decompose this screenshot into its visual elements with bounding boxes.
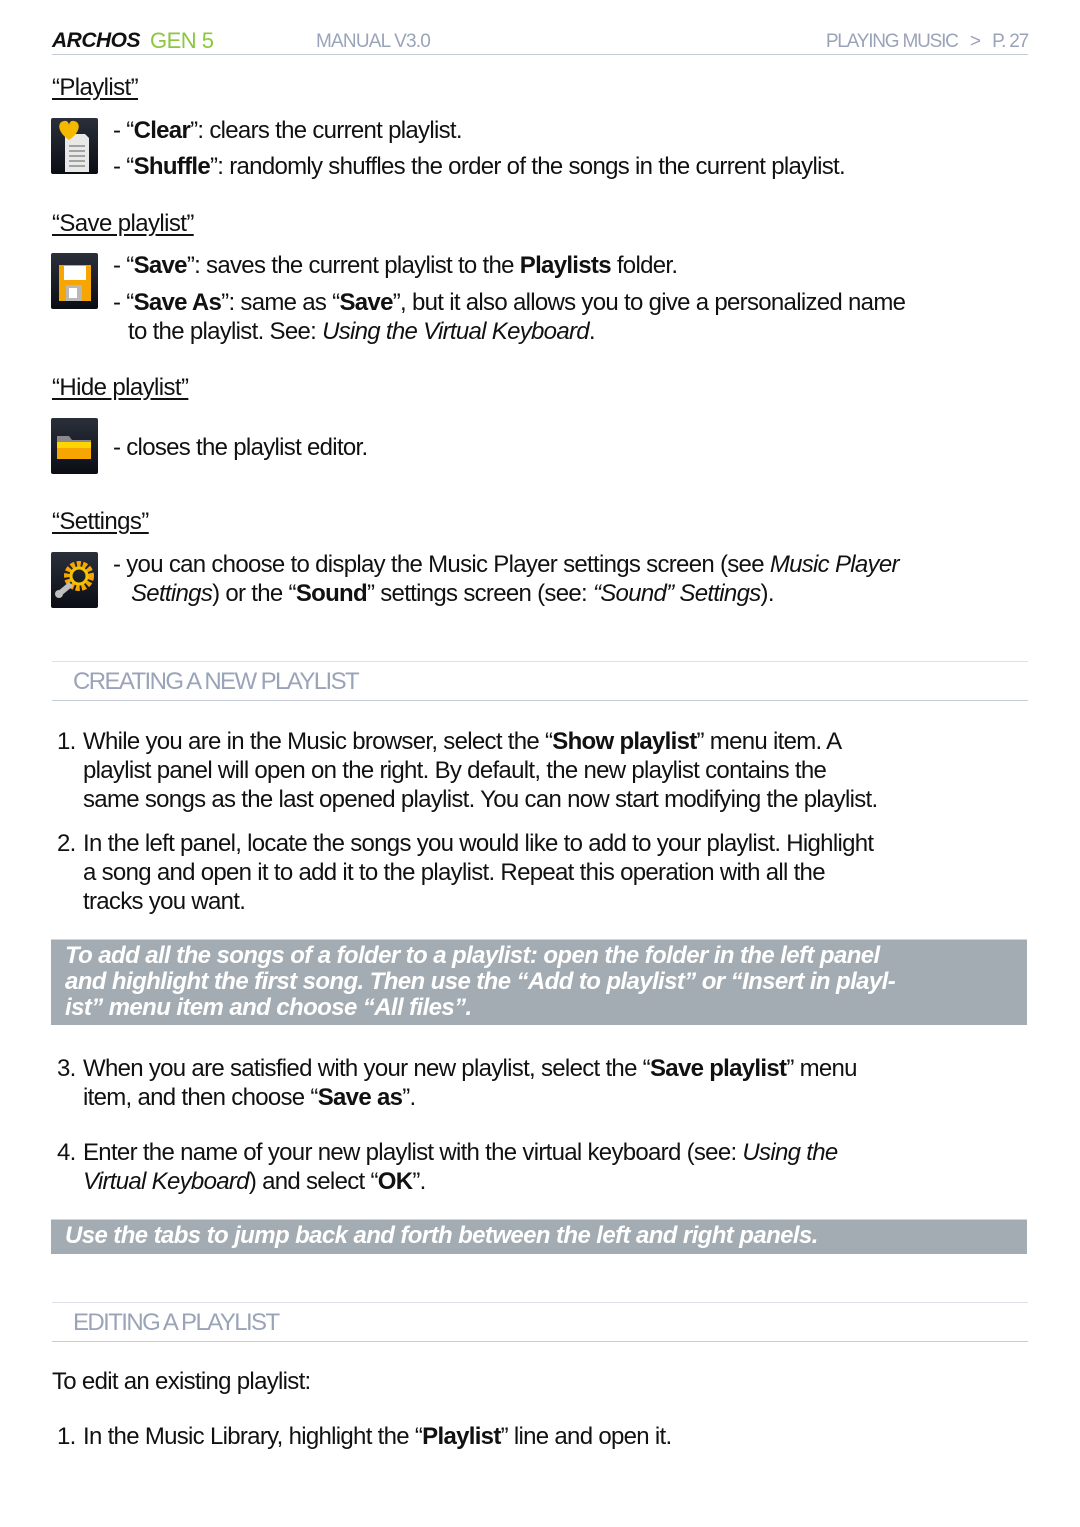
step-1-line-1: While you are in the Music browser, sele… xyxy=(83,728,842,755)
step-4-number: 4. xyxy=(57,1139,76,1166)
hide-playlist-description: - closes the playlist editor. xyxy=(113,434,368,461)
tip-line: To add all the songs of a folder to a pl… xyxy=(65,942,880,969)
tip-line: Use the tabs to jump back and forth betw… xyxy=(65,1222,818,1249)
save-as-description-cont: to the playlist. See: Using the Virtual … xyxy=(128,318,596,345)
subheading-playlist: “Playlist” xyxy=(52,74,139,101)
step-1-line-2: playlist panel will open on the right. B… xyxy=(83,757,827,784)
page-header: ARCHOS GEN 5 MANUAL V3.0 PLAYING MUSIC >… xyxy=(52,28,1029,55)
music-player-settings-link[interactable]: Music Player xyxy=(770,551,900,578)
section-editing-playlist: EDITING A PLAYLIST xyxy=(52,1302,1028,1342)
breadcrumb: PLAYING MUSIC > P. 27 xyxy=(825,31,1029,53)
step-2-line-3: tracks you want. xyxy=(83,888,246,915)
settings-wrench-gear-icon xyxy=(51,552,98,608)
section-heading: EDITING A PLAYLIST xyxy=(73,1309,280,1336)
step-1-number: 1. xyxy=(57,728,76,755)
page-number: P. 27 xyxy=(992,31,1029,52)
tip-line: ist” menu item and choose “All files”. xyxy=(65,994,472,1021)
save-as-description: - “Save As”: same as “Save”, but it also… xyxy=(113,289,906,316)
breadcrumb-separator: > xyxy=(969,31,981,52)
save-description: - “Save”: saves the current playlist to … xyxy=(113,252,678,279)
settings-description: - you can choose to display the Music Pl… xyxy=(113,551,900,578)
edit-step-1-number: 1. xyxy=(57,1423,76,1450)
edit-step-1: In the Music Library, highlight the “Pla… xyxy=(83,1423,672,1450)
tip-note-add-folder: To add all the songs of a folder to a pl… xyxy=(51,939,1027,1025)
shuffle-description: - “Shuffle”: randomly shuffles the order… xyxy=(113,153,846,180)
step-2-line-1: In the left panel, locate the songs you … xyxy=(83,830,874,857)
subheading-hide-playlist: “Hide playlist” xyxy=(52,374,189,401)
step-3-line-2: item, and then choose “Save as”. xyxy=(83,1084,416,1111)
archos-logo: ARCHOS xyxy=(52,29,141,52)
breadcrumb-section: PLAYING MUSIC xyxy=(825,31,959,52)
editing-intro: To edit an existing playlist: xyxy=(52,1368,311,1395)
step-3-line-1: When you are satisfied with your new pla… xyxy=(83,1055,858,1082)
step-3-number: 3. xyxy=(57,1055,76,1082)
section-creating-new-playlist: CREATING A NEW PLAYLIST xyxy=(52,661,1028,701)
virtual-keyboard-link[interactable]: Using the xyxy=(742,1139,838,1166)
step-4-line-1: Enter the name of your new playlist with… xyxy=(83,1139,838,1166)
floppy-disk-icon xyxy=(51,253,98,309)
tip-line: and highlight the first song. Then use t… xyxy=(65,968,896,995)
clear-description: - “Clear”: clears the current playlist. xyxy=(113,117,463,144)
step-2-line-2: a song and open it to add it to the play… xyxy=(83,859,826,886)
step-2-number: 2. xyxy=(57,830,76,857)
virtual-keyboard-link[interactable]: Using the Virtual Keyboard xyxy=(322,318,590,345)
tip-note-tabs: Use the tabs to jump back and forth betw… xyxy=(51,1219,1027,1254)
step-1-line-3: same songs as the last opened playlist. … xyxy=(83,786,878,813)
subheading-save-playlist: “Save playlist” xyxy=(52,210,194,237)
virtual-keyboard-link[interactable]: Virtual Keyboard xyxy=(83,1168,250,1195)
model-name: GEN 5 xyxy=(150,28,214,53)
step-4-line-2: Virtual Keyboard) and select “OK”. xyxy=(83,1168,426,1195)
subheading-settings: “Settings” xyxy=(52,508,149,535)
playlist-clear-icon xyxy=(51,118,98,174)
settings-description-cont: Settings) or the “Sound” settings screen… xyxy=(131,580,775,607)
manual-version: MANUAL V3.0 xyxy=(316,31,431,52)
section-heading: CREATING A NEW PLAYLIST xyxy=(73,668,360,695)
sound-settings-link[interactable]: “Sound” Settings xyxy=(593,580,761,607)
folder-icon xyxy=(51,418,98,474)
